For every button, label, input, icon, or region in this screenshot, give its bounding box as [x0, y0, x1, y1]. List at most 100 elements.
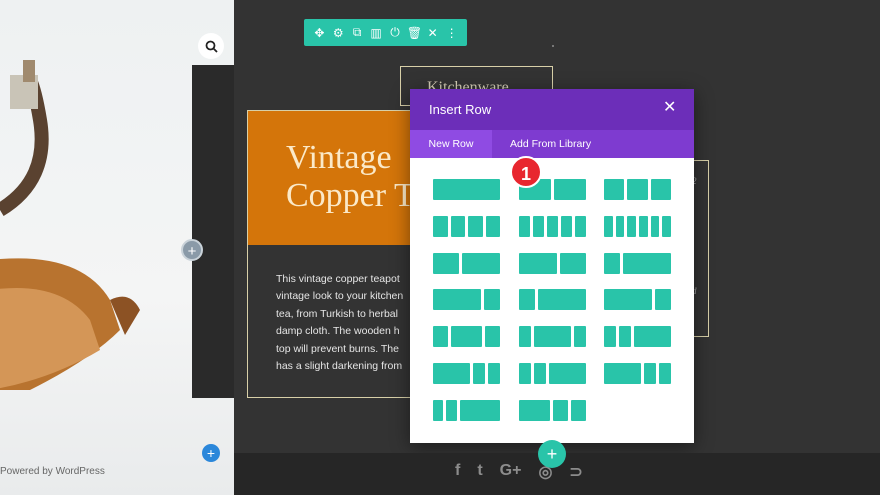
layout-column: [619, 326, 632, 348]
row-layout-option[interactable]: [433, 179, 500, 200]
add-section-button[interactable]: +: [202, 444, 220, 462]
gear-icon[interactable]: ⚙: [331, 26, 345, 40]
close-icon[interactable]: ✕: [663, 100, 676, 116]
tab-add-from-library[interactable]: Add From Library: [510, 130, 591, 158]
rss-icon[interactable]: ⊃: [569, 462, 582, 482]
tab-new-row[interactable]: New Row: [410, 130, 492, 158]
layout-column: [433, 252, 459, 274]
duplicate-icon[interactable]: ⧉: [350, 25, 364, 40]
layout-column: [554, 179, 586, 200]
row-layout-option[interactable]: [433, 399, 500, 421]
layout-column: [627, 179, 648, 200]
layout-column: [604, 326, 617, 348]
modal-header: Insert Row ✕: [410, 89, 694, 130]
layout-column: [519, 252, 558, 274]
product-header: Vintage Copper T: [248, 111, 436, 245]
row-layout-option[interactable]: [604, 179, 671, 200]
layout-column: [650, 179, 671, 200]
modal-title: Insert Row: [429, 102, 492, 117]
row-settings-toolbar: ✥ ⚙ ⧉ ▥ ⏻ 🗑 ✕ ⋮: [304, 19, 467, 46]
layout-column: [552, 399, 568, 421]
copper-kettle-image: [0, 60, 140, 390]
product-title: Vintage Copper T: [286, 139, 415, 214]
layout-column: [547, 215, 558, 237]
add-row-button[interactable]: +: [538, 440, 566, 468]
layout-column: [519, 399, 550, 421]
layout-column: [615, 215, 625, 237]
layout-column: [575, 215, 586, 237]
layout-column: [604, 215, 613, 237]
layout-column: [468, 215, 483, 237]
layout-column: [433, 215, 448, 237]
layout-column: [573, 326, 586, 348]
layout-column: [519, 289, 535, 311]
columns-icon[interactable]: ▥: [369, 26, 383, 40]
row-layout-option[interactable]: [604, 289, 671, 311]
add-module-button[interactable]: +: [181, 239, 203, 261]
layout-column: [450, 215, 465, 237]
twitter-icon[interactable]: t: [477, 462, 482, 482]
product-module[interactable]: Vintage Copper T This vintage copper tea…: [247, 110, 437, 398]
google-plus-icon[interactable]: G+: [500, 462, 522, 482]
row-layout-option[interactable]: [519, 215, 586, 237]
row-layout-option[interactable]: [433, 326, 500, 348]
layout-column: [604, 252, 620, 274]
layout-column: [570, 399, 586, 421]
layout-column: [433, 179, 500, 200]
row-layout-option[interactable]: [433, 363, 500, 384]
layout-column: [627, 215, 637, 237]
layout-column: [658, 363, 671, 384]
decor-dot: [552, 45, 554, 47]
layout-column: [519, 326, 532, 348]
save-icon[interactable]: ⏻: [388, 25, 402, 40]
layout-column: [534, 363, 547, 384]
powered-by-text: Powered by WordPress: [0, 466, 105, 477]
layout-column: [519, 215, 530, 237]
row-layout-option[interactable]: [604, 363, 671, 384]
row-layout-option[interactable]: [604, 326, 671, 348]
modal-tabs: New Row Add From Library: [410, 130, 694, 158]
layout-column: [433, 363, 470, 384]
section-edge: [192, 65, 234, 398]
layout-column: [650, 215, 660, 237]
step-badge: 1: [510, 156, 542, 188]
layout-column: [604, 179, 625, 200]
layout-column: [604, 363, 641, 384]
layout-column: [451, 326, 482, 348]
row-layout-option[interactable]: [433, 289, 500, 311]
facebook-icon[interactable]: f: [455, 462, 460, 482]
layout-column: [459, 399, 500, 421]
trash-icon[interactable]: 🗑: [407, 26, 422, 40]
layout-column: [538, 289, 586, 311]
layout-column: [446, 399, 457, 421]
move-icon[interactable]: ✥: [312, 26, 326, 40]
more-icon[interactable]: ⋮: [445, 26, 459, 40]
close-icon[interactable]: ✕: [426, 26, 440, 40]
layout-column: [433, 399, 444, 421]
layout-column: [662, 215, 672, 237]
layout-column: [433, 326, 449, 348]
search-button[interactable]: [198, 33, 224, 59]
insert-row-modal: Insert Row ✕ New Row Add From Library: [410, 89, 694, 443]
row-layout-option[interactable]: [604, 215, 672, 237]
row-layout-option[interactable]: [519, 399, 586, 421]
social-icons: f t G+ ◎ ⊃: [455, 462, 583, 482]
layout-column: [560, 252, 586, 274]
layout-column: [639, 215, 648, 237]
layout-column: [604, 289, 652, 311]
layout-column: [643, 363, 656, 384]
layout-column: [623, 252, 671, 274]
row-layout-option[interactable]: [433, 252, 500, 274]
layout-column: [485, 215, 500, 237]
layout-column: [549, 363, 586, 384]
row-layout-option[interactable]: [519, 252, 586, 274]
layout-column: [461, 252, 500, 274]
layout-column: [561, 215, 572, 237]
layout-column: [519, 363, 532, 384]
row-layout-option[interactable]: [433, 215, 500, 237]
row-layout-option[interactable]: [519, 326, 586, 348]
layout-column: [484, 326, 500, 348]
row-layout-option[interactable]: [519, 289, 586, 311]
row-layout-option[interactable]: [519, 363, 586, 384]
row-layout-option[interactable]: [604, 252, 671, 274]
